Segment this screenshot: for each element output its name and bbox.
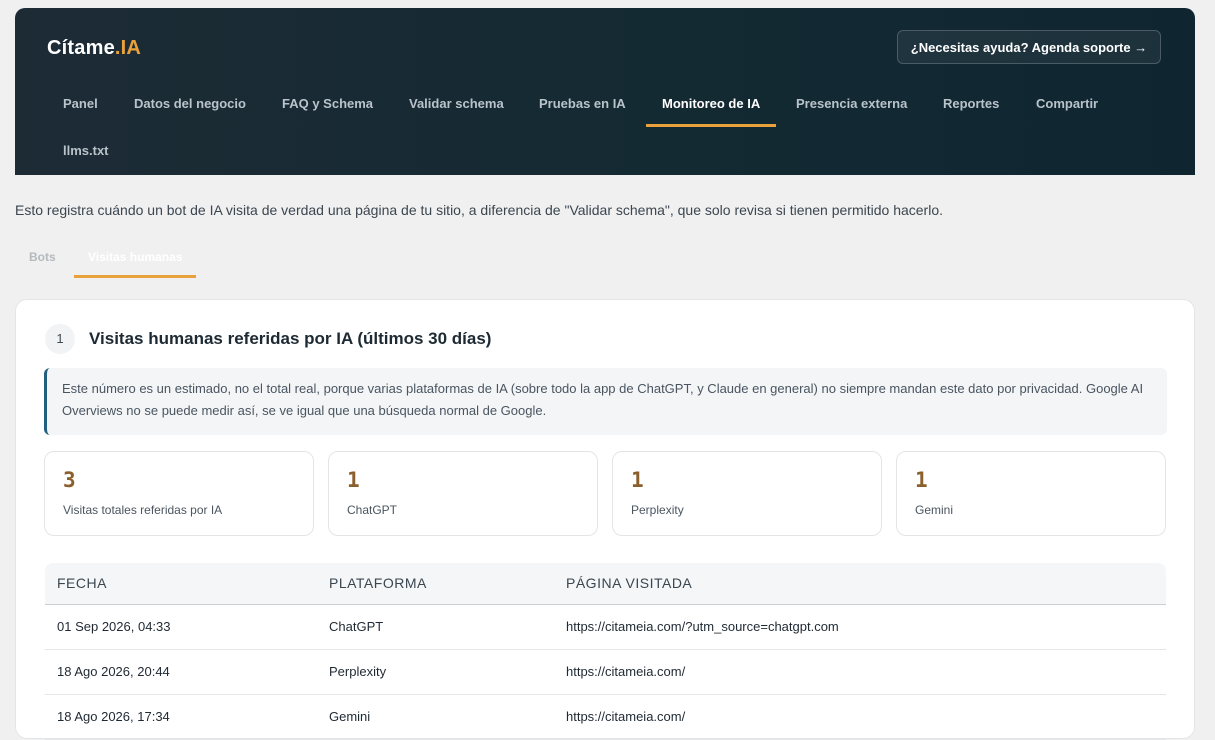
- table-header: FECHA PLATAFORMA PÁGINA VISITADA: [45, 563, 1166, 605]
- privacy-notice: Este número es un estimado, no el total …: [44, 368, 1167, 435]
- cell-date: 18 Ago 2026, 17:34: [57, 709, 170, 724]
- cell-date: 01 Sep 2026, 04:33: [57, 619, 171, 634]
- nav-item-validar-schema[interactable]: Validar schema: [409, 80, 504, 128]
- step-badge: 1: [45, 324, 75, 354]
- column-header-pagina: PÁGINA VISITADA: [566, 575, 693, 591]
- cell-date: 18 Ago 2026, 20:44: [57, 664, 170, 679]
- stat-value: 1: [631, 468, 644, 492]
- stat-card-total: 3 Visitas totales referidas por IA: [44, 451, 314, 536]
- nav-item-faq-schema[interactable]: FAQ y Schema: [282, 80, 373, 128]
- top-header: Cítame.IA ¿Necesitas ayuda? Agenda sopor…: [15, 8, 1195, 175]
- column-header-fecha: FECHA: [57, 575, 107, 591]
- subtab-visitas-humanas[interactable]: Visitas humanas: [88, 250, 183, 264]
- stat-value: 1: [915, 468, 928, 492]
- cell-page-url: https://citameia.com/: [566, 709, 686, 724]
- stat-card-gemini: 1 Gemini: [896, 451, 1166, 536]
- nav-item-llms-txt[interactable]: llms.txt: [63, 127, 109, 175]
- stat-label: Visitas totales referidas por IA: [63, 503, 223, 517]
- stat-card-perplexity: 1 Perplexity: [612, 451, 882, 536]
- visits-table: FECHA PLATAFORMA PÁGINA VISITADA 01 Sep …: [45, 563, 1166, 740]
- stat-value: 3: [63, 468, 76, 492]
- nav-item-panel[interactable]: Panel: [63, 80, 98, 128]
- subtab-indicator: [74, 275, 196, 278]
- cell-platform: Perplexity: [329, 664, 387, 679]
- table-row: 01 Sep 2026, 04:33 ChatGPT https://citam…: [45, 605, 1166, 650]
- section-title: Visitas humanas referidas por IA (último…: [89, 329, 492, 348]
- logo-text: Cítame: [47, 37, 115, 59]
- stat-label: Gemini: [915, 503, 954, 517]
- stat-label: ChatGPT: [347, 503, 398, 517]
- human-visits-card: 1 Visitas humanas referidas por IA (últi…: [15, 299, 1195, 740]
- cell-page-url: https://citameia.com/: [566, 664, 686, 679]
- stat-card-chatgpt: 1 ChatGPT: [328, 451, 598, 536]
- cell-platform: ChatGPT: [329, 619, 384, 634]
- nav-item-monitoreo-ia[interactable]: Monitoreo de IA: [662, 80, 760, 128]
- subtab-bots[interactable]: Bots: [29, 250, 56, 264]
- cell-platform: Gemini: [329, 709, 371, 724]
- stat-value: 1: [347, 468, 360, 492]
- nav-item-presencia-externa[interactable]: Presencia externa: [796, 80, 907, 128]
- logo[interactable]: Cítame.IA: [47, 37, 141, 60]
- table-row: 18 Ago 2026, 17:34 Gemini https://citame…: [45, 695, 1166, 740]
- support-button[interactable]: ¿Necesitas ayuda? Agenda soporte →: [897, 30, 1161, 64]
- column-header-plataforma: PLATAFORMA: [329, 575, 427, 591]
- nav-item-pruebas-ia[interactable]: Pruebas en IA: [539, 80, 626, 128]
- intro-text: Esto registra cuándo un bot de IA visita…: [15, 202, 944, 218]
- table-row: 18 Ago 2026, 20:44 Perplexity https://ci…: [45, 650, 1166, 695]
- logo-accent: .IA: [114, 37, 142, 59]
- cell-page-url: https://citameia.com/?utm_source=chatgpt…: [566, 619, 839, 634]
- nav-item-reportes[interactable]: Reportes: [943, 80, 999, 128]
- active-tab-indicator: [646, 124, 776, 127]
- nav-item-compartir[interactable]: Compartir: [1036, 80, 1098, 128]
- nav-item-datos-negocio[interactable]: Datos del negocio: [134, 80, 246, 128]
- stat-label: Perplexity: [631, 503, 684, 517]
